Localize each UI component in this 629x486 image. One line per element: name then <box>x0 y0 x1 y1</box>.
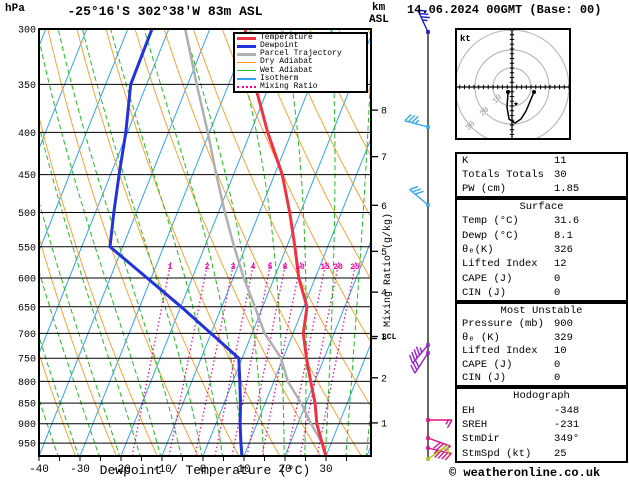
mixing-ratio-value: 2 <box>205 263 210 272</box>
sounding-page: 1 2 3 4 5 8 10 15 20 25 300 350 400 450 500 550 600 650 70… <box>0 0 629 486</box>
mixing-ratio-value: 1 <box>168 263 173 272</box>
hodograph-panel-title: Hodograph <box>513 390 570 403</box>
km-tick-label: 1 <box>381 419 387 430</box>
pressure-tick-label: 800 <box>18 378 36 389</box>
index-row: PW (cm) 1.85 <box>462 183 580 195</box>
altitude-unit-asl: ASL <box>369 14 389 26</box>
wind-barb <box>408 344 429 364</box>
legend-line-sample <box>237 85 256 88</box>
index-row: CIN (J) 0 <box>462 372 561 385</box>
index-row: CIN (J) 0 <box>462 286 561 299</box>
wind-level-marker <box>426 418 430 422</box>
wind-level-marker <box>426 125 430 129</box>
index-row: SREH -231 <box>462 418 580 431</box>
index-row: Dewp (°C) 8.1 <box>462 229 573 242</box>
index-row: Lifted Index 12 <box>462 258 567 271</box>
legend-box: Temperature Dewpoint Parcel Trajectory Dry … <box>233 32 368 93</box>
copyright-text: © weatheronline.co.uk <box>449 466 601 480</box>
index-row: EH -348 <box>462 404 580 417</box>
pressure-tick-label: 550 <box>18 243 36 254</box>
wind-level-marker <box>426 446 430 450</box>
wind-level-marker <box>426 203 430 207</box>
wind-level-marker <box>426 436 430 440</box>
index-row: StmDir 349° <box>462 433 580 446</box>
wind-level-marker <box>426 30 430 34</box>
wind-barb <box>409 185 429 206</box>
index-row: θₑ (K) 329 <box>462 331 573 344</box>
surface-panel: Surface Temp (°C) 31.6 Dewp (°C) 8.1 θₑ(K)… <box>455 198 628 302</box>
index-row: Totals Totals 30 <box>462 169 567 181</box>
index-row: θₑ(K) 326 <box>462 243 573 256</box>
pressure-tick-label: 750 <box>18 355 36 366</box>
pressure-tick-label: 850 <box>18 400 36 411</box>
legend-line-sample <box>237 44 256 48</box>
wind-barb <box>404 113 429 128</box>
mixing-ratio-value: 8 <box>283 263 288 272</box>
pressure-tick-label: 400 <box>18 129 36 140</box>
mixing-ratio-value: 20 <box>333 263 343 272</box>
mixing-ratio-value: 25 <box>350 263 360 272</box>
pressure-unit-label: hPa <box>5 3 25 15</box>
mixing-ratio-value: 4 <box>251 263 256 272</box>
legend-line-sample <box>237 52 256 56</box>
pressure-tick-label: 300 <box>18 26 36 37</box>
mixing-ratio-value: 15 <box>320 263 330 272</box>
pressure-tick-label: 900 <box>18 420 36 431</box>
km-tick-label: 8 <box>381 107 387 118</box>
altitude-unit-km: km <box>372 2 386 14</box>
pressure-tick-label: 350 <box>18 81 36 92</box>
pressure-tick-label: 950 <box>18 440 36 451</box>
hodograph-unit-label: kt <box>460 34 471 44</box>
legend-item-temperature: Temperature <box>237 34 364 42</box>
plot-border <box>38 28 372 457</box>
series-temperature <box>243 29 328 456</box>
pressure-tick-label: 600 <box>18 275 36 286</box>
index-row: CAPE (J) 0 <box>462 358 561 371</box>
temperature-axis-label: Dewpoint / Temperature (°C) <box>99 463 311 478</box>
page-title: -25°16'S 302°38'W 83m ASL <box>67 4 263 19</box>
hodograph-panel: Hodograph EH -348 SREH -231 StmDir 349° Stm… <box>455 387 628 463</box>
legend-item-wet-adiabat: Wet Adiabat <box>237 66 364 75</box>
run-datetime: 14.06.2024 00GMT (Base: 00) <box>407 3 602 17</box>
pressure-tick-label: 500 <box>18 209 36 220</box>
pressure-tick-label: 650 <box>18 303 36 314</box>
index-row: Pressure (mb) 900 <box>462 318 573 331</box>
mixing-ratio-value: 10 <box>295 263 305 272</box>
wind-level-marker <box>426 343 430 347</box>
legend-line-sample <box>237 78 256 80</box>
most-unstable-title: Most Unstable <box>500 304 583 317</box>
hodograph-chart: 102030★kt <box>455 28 571 140</box>
index-row: StmSpd (kt) 25 <box>462 447 567 460</box>
mixing-ratio-axis-label: Mixing Ratio (g/kg) <box>383 212 394 328</box>
index-row: CAPE (J) 0 <box>462 272 561 285</box>
most-unstable-panel: Most Unstable Pressure (mb) 900 θₑ (K) 329… <box>455 302 628 387</box>
pressure-tick-label: 450 <box>18 171 36 182</box>
storm-motion-marker: ★ <box>513 99 519 109</box>
indices-basic-panel: K 11 Totals Totals 30 PW (cm) 1.85 <box>455 152 628 198</box>
mixing-ratio-value: 3 <box>231 263 236 272</box>
wind-level-marker <box>426 351 430 355</box>
wind-barb <box>427 444 450 460</box>
legend-line-sample <box>237 36 256 40</box>
wind-level-marker <box>426 457 430 461</box>
mixing-ratio-value: 5 <box>268 263 273 272</box>
index-row: Temp (°C) 31.6 <box>462 215 580 228</box>
legend-line-sample <box>237 61 256 64</box>
legend-item-mixing-ratio: Mixing Ratio <box>237 81 364 91</box>
pressure-tick-label: 700 <box>18 330 36 341</box>
index-row: K 11 <box>462 155 567 167</box>
wind-barb <box>428 419 453 429</box>
legend-line-sample <box>237 69 256 72</box>
km-tick-label: 2 <box>381 374 387 385</box>
legend-item-label: Mixing Ratio <box>260 81 318 91</box>
index-row: Lifted Index 10 <box>462 345 567 358</box>
surface-panel-title: Surface <box>519 201 564 214</box>
km-tick-label: 7 <box>381 153 387 164</box>
lcl-marker-label: LCL <box>382 333 397 342</box>
